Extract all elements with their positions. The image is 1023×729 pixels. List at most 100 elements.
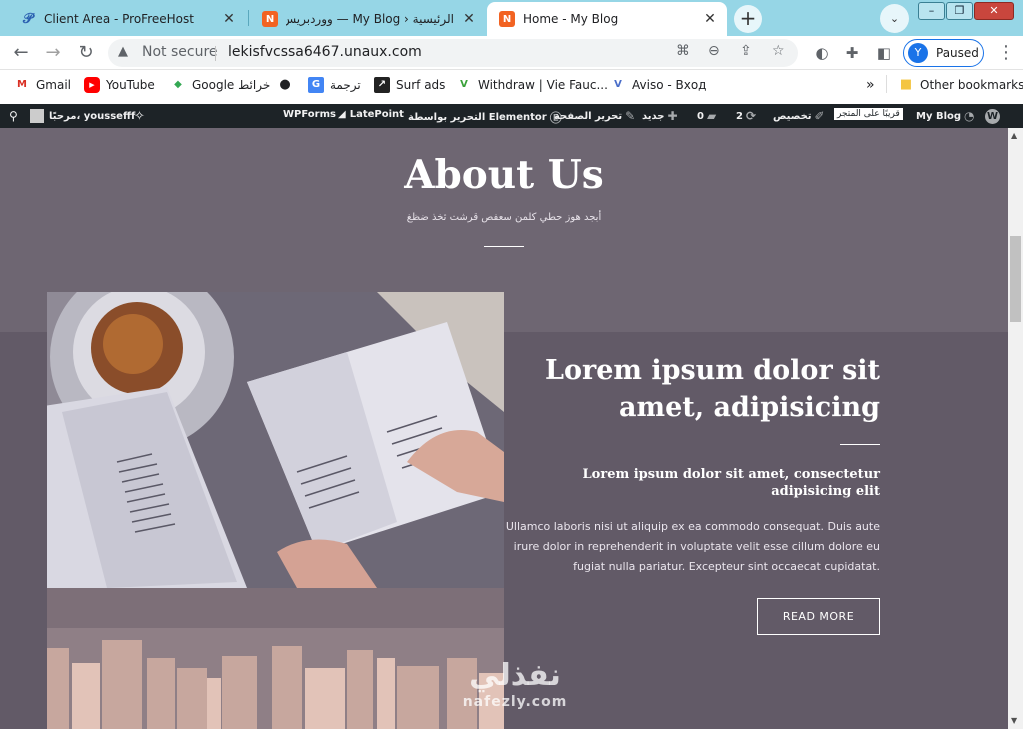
read-more-button[interactable]: READ MORE bbox=[757, 598, 880, 635]
avatar: Y bbox=[908, 43, 928, 63]
bookshelf-illustration bbox=[47, 588, 504, 729]
folder-icon: ■ bbox=[899, 77, 913, 92]
share-icon[interactable]: ⇪ bbox=[740, 43, 752, 59]
admin-ai-assistant[interactable]: ✧ bbox=[134, 109, 145, 124]
watermark-latin: nafezly.com bbox=[462, 694, 568, 710]
profile-status: Paused bbox=[936, 46, 979, 60]
reload-icon: ↻ bbox=[78, 42, 94, 63]
admin-comments[interactable]: 0 ▰ bbox=[697, 109, 719, 123]
bookmark-label: ترجمة bbox=[330, 77, 361, 92]
admin-wp-logo[interactable]: W bbox=[985, 109, 1000, 124]
close-icon[interactable]: ✕ bbox=[220, 10, 238, 28]
admin-edit-page[interactable]: تحرير الصفحة ✎ bbox=[554, 109, 638, 123]
coffee-books-illustration bbox=[47, 292, 504, 588]
tab-home[interactable]: N Home - My Blog ✕ bbox=[487, 2, 727, 36]
close-icon[interactable]: ✕ bbox=[460, 10, 478, 28]
extensions-icon[interactable]: ✚ bbox=[840, 41, 864, 65]
comment-icon: ▰ bbox=[706, 109, 717, 123]
tab-strip: 𝒫 Client Area - ProFreeHost ✕ N الرئيسية… bbox=[0, 0, 1023, 36]
close-window-button[interactable]: ✕ bbox=[974, 2, 1014, 20]
bookmark-label: Withdraw | Vie Fauc... bbox=[478, 77, 608, 92]
menu-icon[interactable]: ⋮ bbox=[994, 41, 1018, 65]
bookmark-globe[interactable]: ● bbox=[277, 76, 299, 93]
reload-button[interactable]: ↻ bbox=[74, 41, 98, 65]
heading-divider bbox=[840, 444, 880, 445]
extension-planet-icon[interactable]: ◐ bbox=[810, 41, 834, 65]
forward-button[interactable]: → bbox=[41, 41, 65, 65]
faucet-icon: V bbox=[460, 79, 468, 90]
new-tab-button[interactable]: + bbox=[734, 5, 762, 33]
feature-heading: Lorem ipsum dolor sit amet, adipisicing bbox=[544, 355, 880, 423]
bookmark-translate[interactable]: G ترجمة bbox=[308, 76, 361, 93]
warning-icon: ▲ bbox=[118, 44, 128, 59]
translate-page-icon[interactable]: ⌘ bbox=[676, 43, 690, 59]
admin-account[interactable]: مرحبًا، youssefff bbox=[30, 109, 135, 123]
watermark-logo: نفذلي nafezly.com bbox=[450, 658, 580, 728]
plus-icon: ✚ bbox=[667, 109, 678, 123]
latepoint-icon: ◢ bbox=[338, 109, 346, 120]
admin-new[interactable]: جديد ✚ bbox=[642, 109, 681, 123]
side-panel-icon[interactable]: ◧ bbox=[872, 41, 896, 65]
close-icon[interactable]: ✕ bbox=[701, 10, 719, 28]
address-bar[interactable]: ▲ Not secure lekisfvcssa6467.unaux.com ⌘… bbox=[108, 39, 798, 67]
tab-client-area[interactable]: 𝒫 Client Area - ProFreeHost ✕ bbox=[8, 2, 246, 36]
divider bbox=[215, 46, 216, 61]
more-bookmarks-button[interactable]: » bbox=[866, 76, 875, 93]
scroll-up-icon[interactable]: ▲ bbox=[1011, 131, 1017, 140]
bookmark-maps[interactable]: ◆ Google خرائط bbox=[170, 76, 270, 93]
bookmark-aviso[interactable]: V Aviso - Вход bbox=[610, 76, 706, 93]
star-icon[interactable]: ☆ bbox=[772, 43, 785, 59]
admin-updates[interactable]: 2 ⟳ bbox=[736, 109, 759, 123]
scroll-down-icon[interactable]: ▼ bbox=[1011, 716, 1017, 725]
bookmark-label: Other bookmarks bbox=[920, 77, 1023, 92]
brush-icon: ✐ bbox=[814, 109, 825, 123]
admin-wpforms[interactable]: WPForms bbox=[283, 109, 336, 120]
page-subtitle: أبجد هوز حطي كلمن سعفص قرشت ثخذ ضظغ bbox=[406, 212, 602, 223]
feature-paragraph: Ullamco laboris nisi ut aliquip ex ea co… bbox=[505, 520, 880, 573]
admin-label: التحرير بواسطة Elementor bbox=[408, 112, 547, 123]
admin-elementor[interactable]: التحرير بواسطة Elementor Ⓔ bbox=[408, 109, 565, 126]
youtube-icon: ▶ bbox=[84, 76, 100, 93]
tab-title: Client Area - ProFreeHost bbox=[44, 12, 194, 26]
security-status: Not secure bbox=[142, 44, 218, 60]
arrow-left-icon: ← bbox=[13, 42, 29, 63]
admin-search[interactable]: ⚲ bbox=[6, 109, 21, 123]
admin-site-name[interactable]: My Blog ◔ bbox=[916, 109, 978, 123]
bookmark-surf-ads[interactable]: ↗ Surf ads bbox=[374, 76, 445, 93]
refresh-icon: ⟳ bbox=[745, 109, 757, 123]
surf-icon: ↗ bbox=[374, 76, 390, 93]
back-button[interactable]: ← bbox=[9, 41, 33, 65]
avatar bbox=[30, 109, 44, 123]
scrollbar-thumb[interactable] bbox=[1010, 236, 1021, 322]
url-text[interactable]: lekisfvcssa6467.unaux.com bbox=[228, 44, 422, 60]
page-content: About Us أبجد هوز حطي كلمن سعفص قرشت ثخذ… bbox=[0, 128, 1008, 729]
other-bookmarks[interactable]: ■ Other bookmarks bbox=[898, 76, 1023, 93]
zoom-icon[interactable]: ⊖ bbox=[708, 43, 720, 59]
admin-label: LatePoint bbox=[349, 109, 404, 120]
sparkle-icon: ✧ bbox=[134, 109, 145, 124]
restore-button[interactable]: ❐ bbox=[946, 2, 973, 20]
wp-admin-bar: ⚲ مرحبًا، youssefff ✧ WPForms ◢ LatePoint… bbox=[0, 104, 1023, 128]
admin-label: جديد bbox=[642, 110, 665, 122]
minimize-button[interactable]: – bbox=[918, 2, 945, 20]
browser-toolbar: ← → ↻ ▲ Not secure lekisfvcssa6467.unaux… bbox=[0, 36, 1023, 70]
bookmark-label: Gmail bbox=[36, 77, 72, 92]
tab-search-button[interactable]: ⌄ bbox=[880, 4, 909, 33]
bookmark-gmail[interactable]: M Gmail bbox=[14, 76, 71, 93]
wordpress-icon: W bbox=[985, 109, 1000, 124]
scrollbar[interactable]: ▲ ▼ bbox=[1008, 128, 1023, 729]
tab-wp-admin[interactable]: N الرئيسية ‹ My Blog — ووردبريس ✕ bbox=[250, 2, 486, 36]
bookmarks-bar: M Gmail ▶ YouTube ◆ Google خرائط ● G ترجمة ↗… bbox=[0, 70, 1023, 98]
admin-customize[interactable]: تخصيص ✐ bbox=[773, 109, 828, 123]
search-icon: ⚲ bbox=[9, 109, 18, 123]
maps-icon: ◆ bbox=[174, 79, 182, 90]
admin-visit-store[interactable]: قريبًا على المتجر bbox=[834, 108, 903, 120]
bookmark-withdraw[interactable]: V Withdraw | Vie Fauc... bbox=[456, 76, 608, 93]
admin-latepoint[interactable]: ◢ LatePoint bbox=[338, 109, 404, 120]
globe-icon: ● bbox=[279, 77, 291, 92]
profreehost-icon: 𝒫 bbox=[22, 11, 34, 27]
aviso-icon: V bbox=[614, 79, 622, 90]
nofezly-icon: N bbox=[499, 11, 515, 27]
profile-button[interactable]: Y Paused bbox=[903, 39, 984, 67]
bookmark-youtube[interactable]: ▶ YouTube bbox=[84, 76, 155, 93]
